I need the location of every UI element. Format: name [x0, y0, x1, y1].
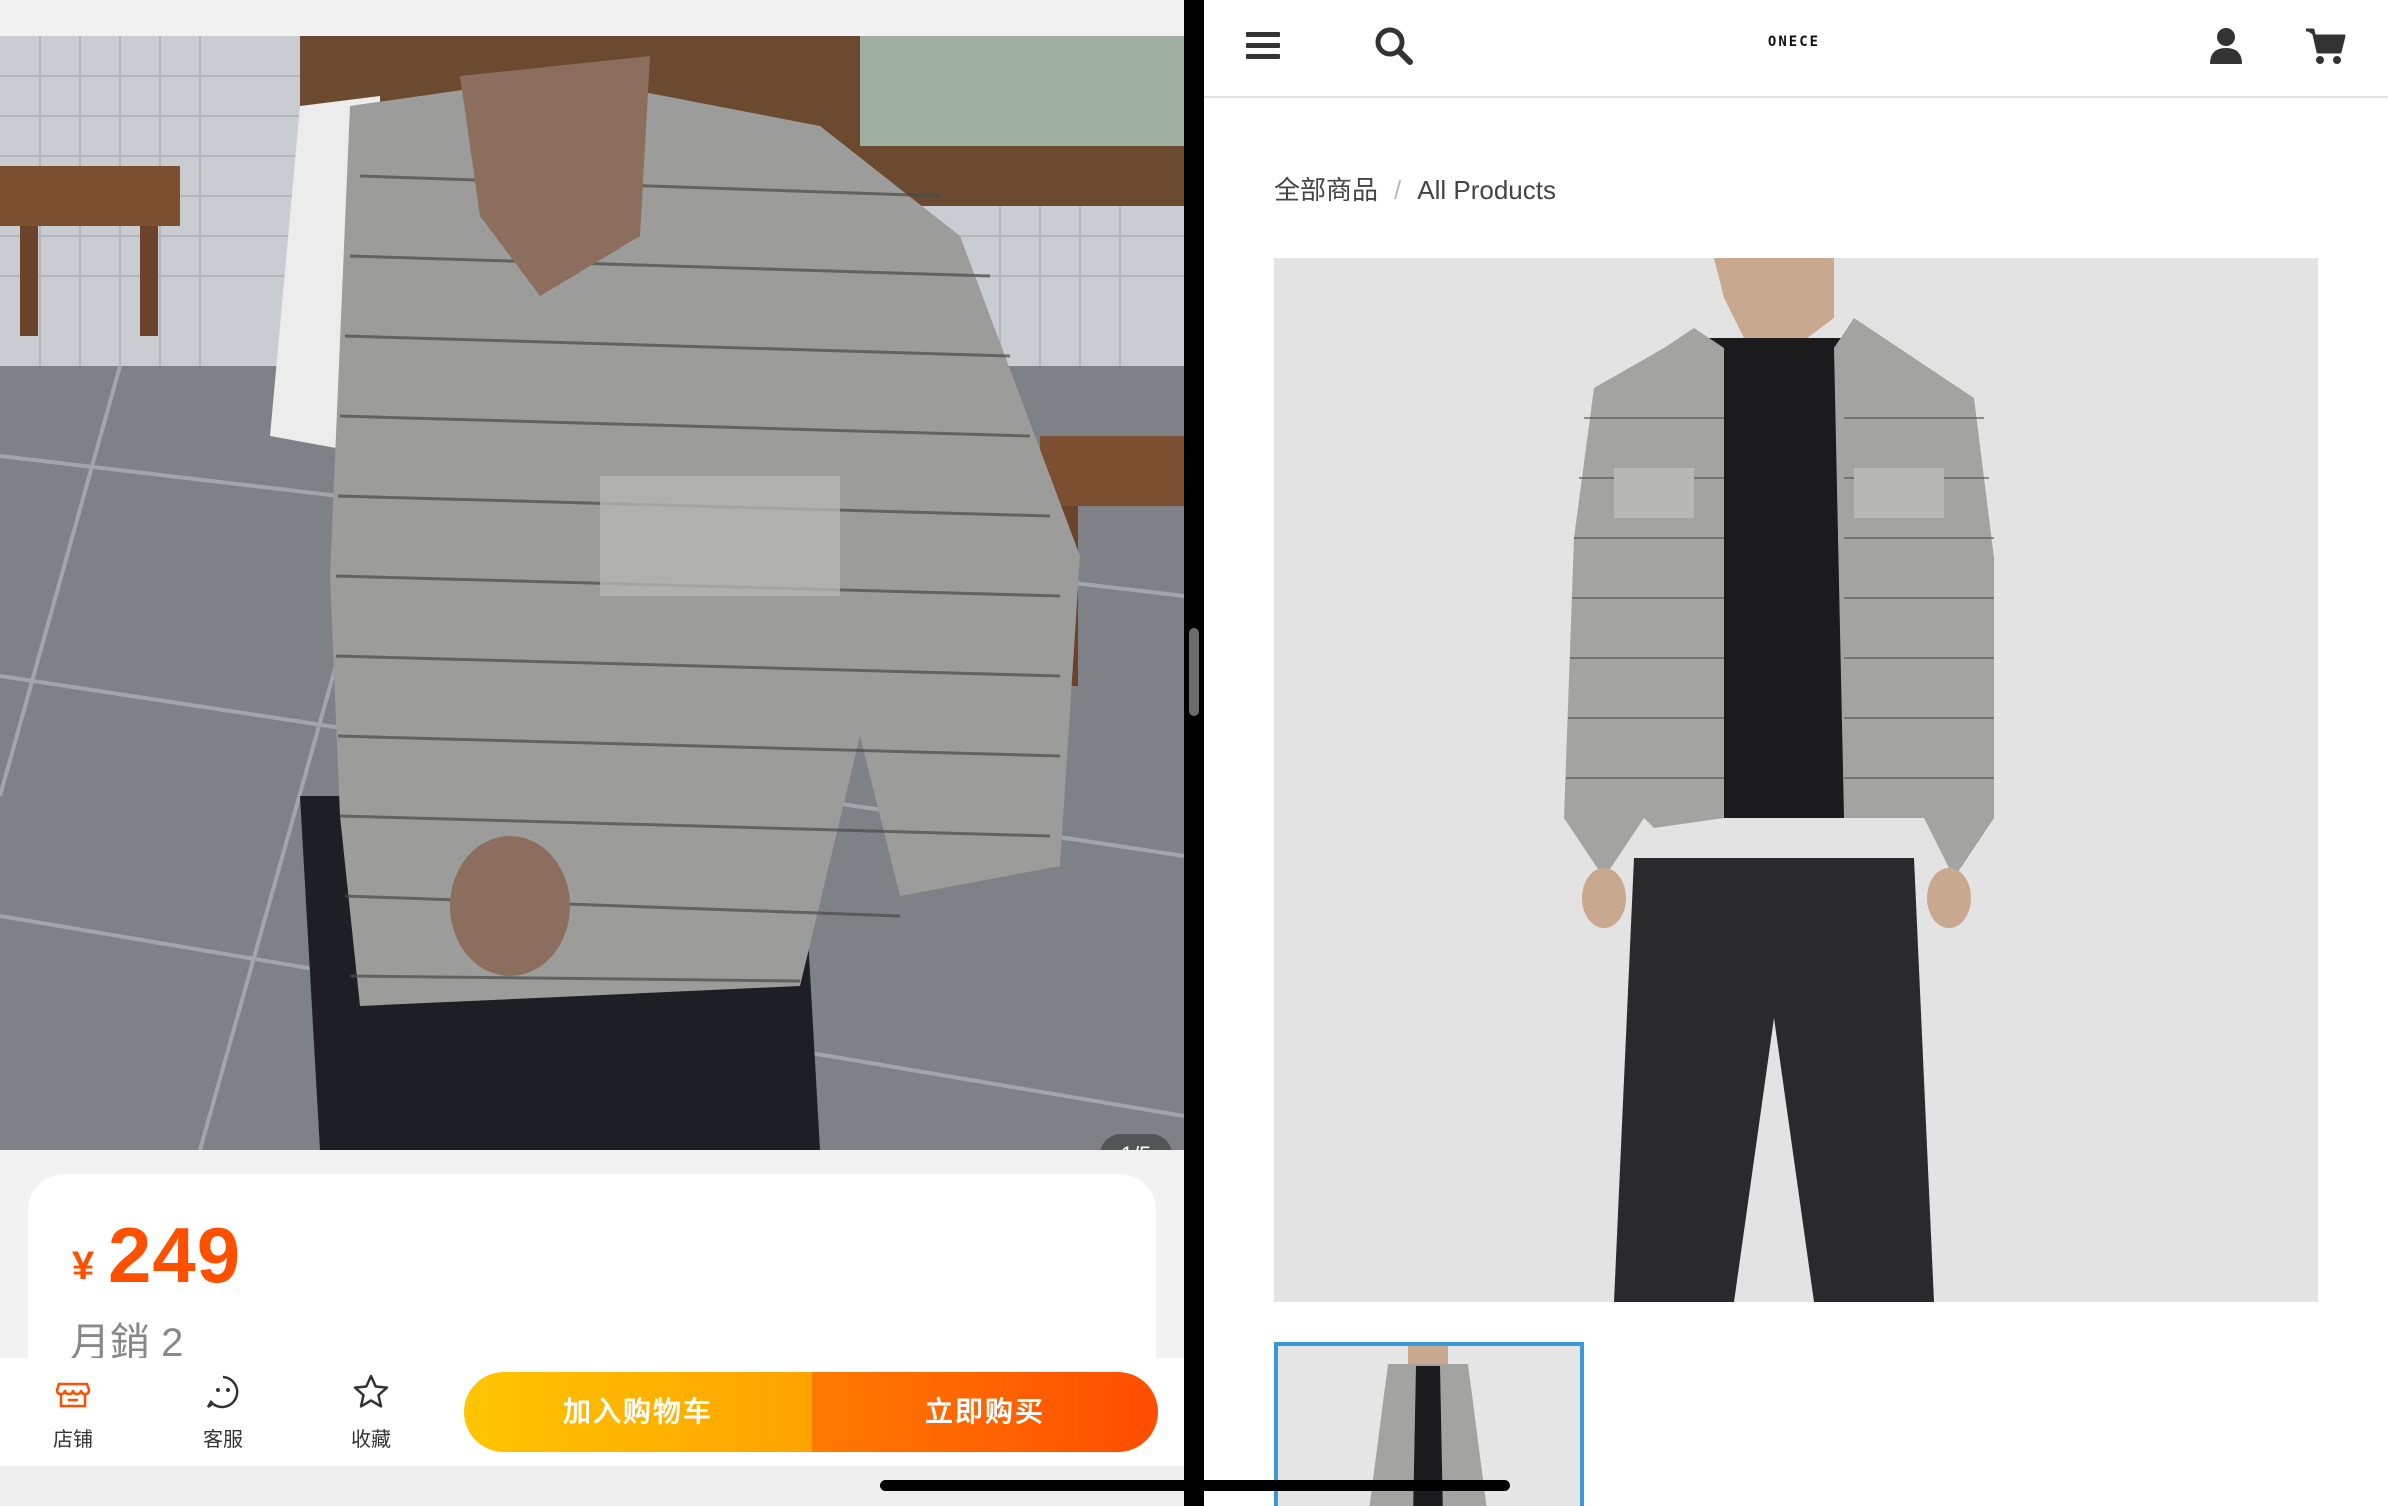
- smiley-chat-icon: [206, 1375, 239, 1409]
- favorite-label: 收藏: [351, 1429, 391, 1451]
- home-indicator[interactable]: [880, 1480, 1510, 1491]
- brand-logo[interactable]: ONECE: [1724, 34, 1864, 50]
- favorite-button[interactable]: 收藏: [316, 1372, 426, 1458]
- status-bar-area: [0, 0, 1184, 36]
- price-currency: ¥: [72, 1244, 95, 1288]
- web-store-pane: ONECE 全部商品 / All Products: [1204, 0, 2388, 1506]
- shop-label: 店铺: [53, 1429, 93, 1451]
- price-value: 249: [108, 1211, 242, 1299]
- street-photo: [0, 36, 1184, 1150]
- breadcrumb-separator: /: [1394, 175, 1402, 205]
- bottom-action-bar: 店铺 客服 收藏 加入购物车 立即购买: [0, 1358, 1184, 1466]
- model-product-photo: [1274, 258, 2318, 1302]
- customer-service-button[interactable]: 客服: [168, 1372, 278, 1458]
- add-to-cart-button[interactable]: 加入购物车: [464, 1372, 812, 1452]
- breadcrumb: 全部商品 / All Products: [1274, 170, 1556, 207]
- split-view-handle[interactable]: [1189, 628, 1199, 716]
- star-icon: [353, 1374, 389, 1408]
- store-header: ONECE: [1204, 0, 2388, 98]
- cart-icon[interactable]: [2304, 24, 2348, 68]
- split-view-divider[interactable]: [1184, 0, 1204, 1506]
- user-icon[interactable]: [2204, 24, 2248, 68]
- service-label: 客服: [203, 1429, 243, 1451]
- breadcrumb-current[interactable]: All Products: [1417, 175, 1556, 205]
- store-icon: [55, 1382, 91, 1408]
- breadcrumb-home[interactable]: 全部商品: [1274, 175, 1378, 205]
- menu-icon[interactable]: [1242, 24, 1286, 68]
- taobao-app-pane: 1/5 ¥ 249 月銷 2 店铺 客服 收藏 加入: [0, 0, 1184, 1506]
- buy-now-button[interactable]: 立即购买: [812, 1372, 1158, 1452]
- product-photo-carousel[interactable]: 1/5: [0, 36, 1184, 1150]
- product-main-image[interactable]: [1274, 258, 2318, 1302]
- search-icon[interactable]: [1372, 24, 1416, 68]
- photo-page-indicator: 1/5: [1100, 1134, 1172, 1150]
- shop-button[interactable]: 店铺: [18, 1372, 128, 1458]
